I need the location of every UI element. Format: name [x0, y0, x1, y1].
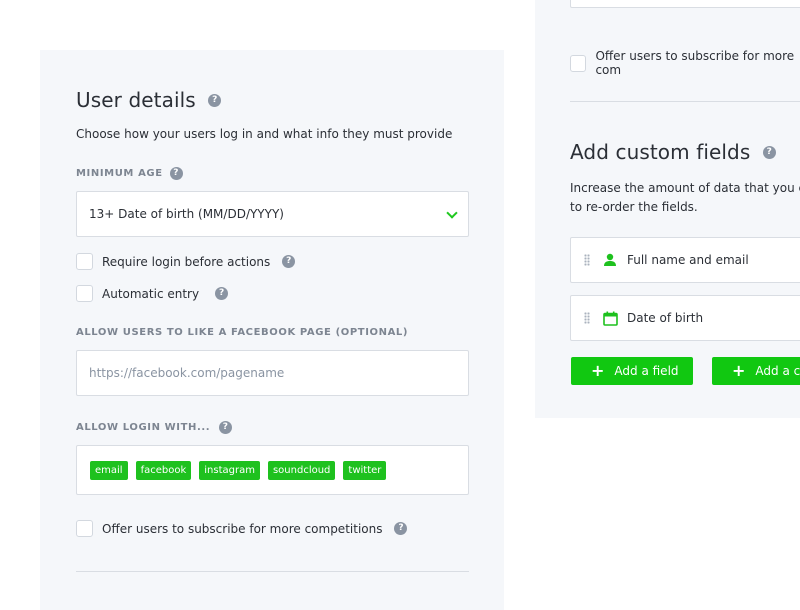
- drag-handle-icon[interactable]: [584, 312, 590, 324]
- subscribe-checkbox[interactable]: [76, 520, 93, 537]
- subscribe-row: Offer users to subscribe for more compet…: [76, 520, 408, 537]
- subscribe-checkbox[interactable]: [570, 54, 587, 72]
- plus-icon: +: [732, 361, 746, 380]
- automatic-entry-checkbox[interactable]: [76, 285, 93, 302]
- automatic-entry-row: Automatic entry ?: [76, 285, 229, 302]
- facebook-page-label: ALLOW USERS TO LIKE A FACEBOOK PAGE (OPT…: [76, 327, 409, 338]
- user-details-panel: User details ? Choose how your users log…: [40, 50, 504, 610]
- user-icon: [604, 253, 616, 266]
- calendar-icon: [603, 311, 618, 326]
- add-custom-field-button[interactable]: + Add a cu: [712, 357, 800, 385]
- allow-login-label: ALLOW LOGIN WITH... ?: [76, 421, 233, 434]
- drag-handle-icon[interactable]: [584, 254, 590, 266]
- minimum-age-label: MINIMUM AGE ?: [76, 167, 183, 180]
- plus-icon: +: [591, 361, 605, 380]
- tag-twitter[interactable]: twitter: [343, 460, 387, 480]
- login-methods-tags[interactable]: email facebook instagram soundc: [570, 0, 800, 8]
- user-details-description: Choose how your users log in and what in…: [76, 127, 453, 141]
- subscribe-row: Offer users to subscribe for more com: [570, 49, 800, 77]
- chevron-down-icon: [446, 207, 458, 219]
- help-icon[interactable]: ?: [215, 287, 229, 300]
- facebook-page-input[interactable]: https://facebook.com/pagename: [76, 350, 469, 396]
- divider: [76, 571, 469, 572]
- require-login-checkbox[interactable]: [76, 253, 93, 270]
- field-row-date-of-birth[interactable]: Date of birth: [570, 295, 800, 341]
- tag-instagram[interactable]: instagram: [199, 460, 260, 480]
- tag-email[interactable]: email: [90, 460, 128, 480]
- custom-fields-description: Increase the amount of data that you col…: [570, 181, 800, 214]
- help-icon[interactable]: ?: [208, 93, 222, 107]
- require-login-row: Require login before actions ?: [76, 253, 296, 270]
- help-icon[interactable]: ?: [762, 145, 776, 159]
- custom-fields-panel: email facebook instagram soundc Offer us…: [535, 0, 800, 418]
- divider: [570, 101, 800, 102]
- help-icon[interactable]: ?: [282, 255, 296, 268]
- login-methods-tags[interactable]: email facebook instagram soundcloud twit…: [76, 445, 469, 495]
- user-details-title: User details ?: [76, 88, 222, 112]
- minimum-age-select[interactable]: 13+ Date of birth (MM/DD/YYYY): [76, 191, 469, 237]
- add-field-button[interactable]: + Add a field: [571, 357, 693, 385]
- custom-fields-title: Add custom fields ?: [570, 140, 776, 164]
- help-icon[interactable]: ?: [394, 522, 408, 535]
- help-icon[interactable]: ?: [219, 421, 233, 434]
- tag-soundcloud[interactable]: soundcloud: [267, 460, 336, 480]
- tag-facebook[interactable]: facebook: [135, 460, 192, 480]
- help-icon[interactable]: ?: [169, 167, 183, 180]
- field-row-full-name[interactable]: Full name and email: [570, 237, 800, 283]
